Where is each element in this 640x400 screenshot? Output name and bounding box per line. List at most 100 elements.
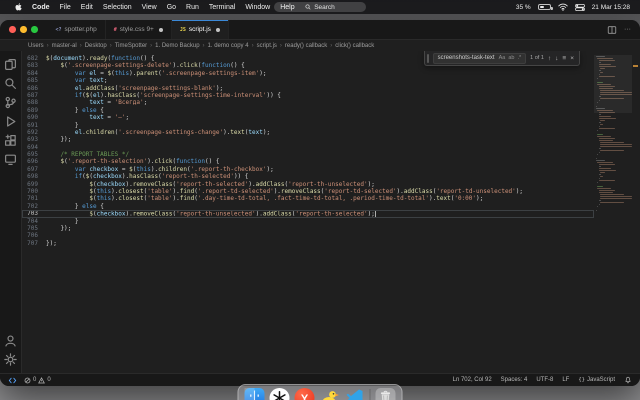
account-icon[interactable] <box>0 331 22 350</box>
menu-selection[interactable]: Selection <box>98 3 137 12</box>
remote-explorer-icon[interactable] <box>0 150 22 169</box>
close-window-button[interactable] <box>9 26 16 33</box>
find-input[interactable]: screenshots-task-text Aa ab .* <box>432 52 527 64</box>
breadcrumb-separator: › <box>150 42 153 49</box>
more-actions-icon[interactable]: ··· <box>624 26 631 33</box>
code-line[interactable]: 698 if($(checkbox).hasClass('report-th-s… <box>22 173 594 180</box>
code-line[interactable]: 687 if($(el).hasClass('screenpage-settin… <box>22 92 594 99</box>
line-number: 693 <box>27 136 38 144</box>
yandex-browser-icon[interactable]: Y <box>294 388 315 400</box>
code-line[interactable]: 700 $(this).closest('table').find('.repo… <box>22 188 594 195</box>
breadcrumb-item[interactable]: script.js <box>257 43 277 49</box>
minimap[interactable] <box>594 51 633 373</box>
zoom-window-button[interactable] <box>31 26 38 33</box>
code-line[interactable]: 697 var checkbox = $(this).children('.re… <box>22 166 594 173</box>
code-editor[interactable]: 682 $(document).ready(function() {683 $('… <box>22 51 594 373</box>
code-line[interactable]: 703 $(checkbox).removeClass('report-th-u… <box>22 210 594 218</box>
menu-window[interactable]: Window <box>240 3 275 12</box>
code-line[interactable]: 694 <box>22 144 594 151</box>
run-and-debug-icon[interactable] <box>0 112 22 131</box>
menu-edit[interactable]: Edit <box>76 3 98 12</box>
notifications-bell-icon[interactable] <box>624 376 632 384</box>
regex-toggle[interactable]: .* <box>517 55 521 61</box>
code-line[interactable]: 690 text = '—'; <box>22 114 594 121</box>
code-line[interactable]: 692 el.children('.screenpage-settings-ch… <box>22 129 594 136</box>
braces-icon: {} <box>578 377 585 383</box>
finder-icon[interactable] <box>244 388 265 400</box>
whole-word-toggle[interactable]: ab <box>508 55 514 61</box>
activity-bar <box>0 51 22 373</box>
find-widget-grip[interactable] <box>426 53 429 63</box>
code-text: var el = $(this).parent('.screenpage-set… <box>74 69 267 77</box>
code-line[interactable]: 685 var text; <box>22 77 594 84</box>
breadcrumb-item[interactable]: ready() callback <box>285 43 327 49</box>
tab-spotter.php[interactable]: <? spotter.php <box>47 20 106 39</box>
tab-bar: <? spotter.php # style.css 9+ JS script.js ··… <box>0 20 640 40</box>
code-line[interactable]: 688 text = 'Всегда'; <box>22 99 594 106</box>
menu-go[interactable]: Go <box>162 3 181 12</box>
code-line[interactable]: 684 var el = $(this).parent('.screenpage… <box>22 70 594 77</box>
code-line[interactable]: 695 /* REPORT TABLES */ <box>22 151 594 158</box>
extensions-icon[interactable] <box>0 131 22 150</box>
code-text: if($(el).hasClass('screenpage-settings-t… <box>74 91 281 99</box>
match-case-toggle[interactable]: Aa <box>499 55 506 61</box>
search-icon[interactable] <box>0 74 22 93</box>
source-control-icon[interactable] <box>0 93 22 112</box>
code-line[interactable]: 705 }); <box>22 225 594 232</box>
code-line[interactable]: 702 } else { <box>22 203 594 210</box>
duck-icon[interactable] <box>320 388 340 400</box>
menu-app-name[interactable]: Code <box>27 3 55 12</box>
find-in-selection-button[interactable]: ≡ <box>562 55 566 62</box>
code-line[interactable]: 693 }); <box>22 136 594 143</box>
code-line[interactable]: 691 } <box>22 122 594 129</box>
code-line[interactable]: 699 $(checkbox).removeClass('report-th-s… <box>22 181 594 188</box>
menubar-clock[interactable]: 21 Mar 15:28 <box>592 4 630 11</box>
find-previous-button[interactable]: ↑ <box>548 55 551 62</box>
menu-file[interactable]: File <box>55 3 76 12</box>
language-status[interactable]: {} JavaScript <box>578 377 615 383</box>
chatgpt-icon[interactable] <box>269 388 290 400</box>
code-line[interactable]: 706 <box>22 232 594 239</box>
encoding-status[interactable]: UTF-8 <box>536 377 553 383</box>
menu-terminal[interactable]: Terminal <box>204 3 240 12</box>
indentation-status[interactable]: Spaces: 4 <box>501 377 528 383</box>
breadcrumb-item[interactable]: Desktop <box>85 43 107 49</box>
eol-status[interactable]: LF <box>562 377 569 383</box>
code-line[interactable]: 704 } <box>22 218 594 225</box>
vscode-icon[interactable] <box>345 388 365 400</box>
control-center-icon[interactable] <box>574 3 585 11</box>
code-line[interactable]: 707}); <box>22 240 594 247</box>
menubar-search-pill[interactable]: Search <box>274 2 366 12</box>
breadcrumb-item[interactable]: Users <box>28 43 44 49</box>
menu-view[interactable]: View <box>137 3 162 12</box>
tab-script.js[interactable]: JS script.js <box>171 20 229 39</box>
code-line[interactable]: 701 $(this).closest('table').find('.day-… <box>22 195 594 202</box>
breadcrumb-item[interactable]: 1. Demo Backup <box>155 43 199 49</box>
cursor-position-status[interactable]: Ln 702, Col 92 <box>453 377 492 383</box>
tab-label: style.css 9+ <box>119 26 154 33</box>
minimize-window-button[interactable] <box>20 26 27 33</box>
split-editor-icon[interactable] <box>607 25 617 35</box>
wifi-icon[interactable] <box>557 3 568 11</box>
code-line[interactable]: 696 $('.report-th-selection').click(func… <box>22 158 594 165</box>
find-close-button[interactable]: × <box>570 55 574 62</box>
code-line[interactable]: 686 el.addClass('screenpage-settings-bla… <box>22 85 594 92</box>
explorer-icon[interactable] <box>0 55 22 74</box>
minimap-slider[interactable] <box>594 55 632 113</box>
code-line[interactable]: 689 } else { <box>22 107 594 114</box>
breadcrumb-item[interactable]: master-al <box>52 43 77 49</box>
tab-style.css[interactable]: # style.css 9+ <box>105 20 172 39</box>
remote-indicator-icon[interactable] <box>8 376 17 385</box>
trash-icon[interactable] <box>375 388 396 400</box>
breadcrumb-item[interactable]: TimeSpotter <box>115 43 147 49</box>
problems-status[interactable]: 0 0 <box>24 376 51 384</box>
menu-run[interactable]: Run <box>181 3 204 12</box>
find-toggles: Aa ab .* <box>499 55 522 61</box>
apple-menu-icon[interactable] <box>10 2 27 12</box>
breadcrumb-item[interactable]: click() callback <box>335 43 374 49</box>
editor-area: 682 $(document).ready(function() {683 $('… <box>0 51 640 373</box>
find-next-button[interactable]: ↓ <box>555 55 558 62</box>
breadcrumb-item[interactable]: 1. demo copy 4 <box>208 43 249 49</box>
settings-icon[interactable] <box>0 350 22 369</box>
